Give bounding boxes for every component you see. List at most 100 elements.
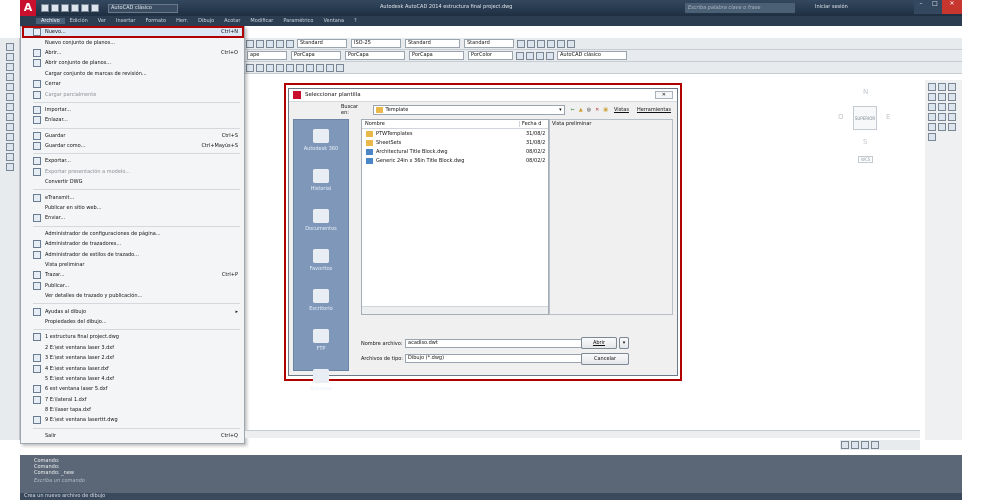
- place-item[interactable]: Favoritos: [294, 240, 348, 280]
- join-icon[interactable]: [928, 123, 936, 131]
- rect-tool-icon[interactable]: [5, 83, 14, 91]
- search-input[interactable]: Escriba palabra clave o frase: [685, 3, 795, 13]
- lineweight-combo[interactable]: PorCapa: [409, 51, 464, 60]
- menu-ver[interactable]: Ver: [93, 18, 111, 24]
- file-menu-item[interactable]: Administrador de estilos de trazado...: [21, 249, 244, 259]
- place-item[interactable]: Historial: [294, 160, 348, 200]
- cancel-button[interactable]: Cancelar: [581, 353, 629, 365]
- isolate-icon[interactable]: [871, 441, 879, 449]
- chamfer-icon[interactable]: [938, 123, 946, 131]
- cloud-tool-icon[interactable]: [5, 113, 14, 121]
- zoom-window-icon[interactable]: [547, 39, 555, 48]
- menu-edicion[interactable]: Edición: [65, 18, 93, 24]
- file-menu-item[interactable]: Trazar... Ctrl+P: [21, 270, 244, 280]
- signin-link[interactable]: Iniciar sesión: [815, 4, 848, 10]
- arc-tool-icon[interactable]: [5, 93, 14, 101]
- file-menu-item[interactable]: 3 E:\est ventana laser 2.dxf: [21, 353, 244, 363]
- file-menu-item[interactable]: Vista preliminar: [21, 260, 244, 270]
- rotate-icon[interactable]: [928, 103, 936, 111]
- file-menu-item[interactable]: Abrir... Ctrl+O: [21, 48, 244, 58]
- menu-dibujo[interactable]: Dibujo: [193, 18, 219, 24]
- array-icon[interactable]: [938, 93, 946, 101]
- file-list[interactable]: Nombre Fecha d PTWTemplates 31/08/2 SheetS…: [361, 119, 549, 315]
- menu-formato[interactable]: Formato: [140, 18, 171, 24]
- menu-archivo[interactable]: Archivo: [36, 18, 65, 24]
- menu-help[interactable]: ?: [349, 18, 362, 24]
- explode-icon[interactable]: [928, 133, 936, 141]
- xline-tool-icon[interactable]: [5, 53, 14, 61]
- table-icon[interactable]: [286, 39, 294, 48]
- layer-color-icon[interactable]: [546, 51, 554, 60]
- viewcube[interactable]: N O E SUPERIOR S WCS: [838, 88, 893, 168]
- horizontal-scrollbar[interactable]: [245, 430, 920, 438]
- file-menu-item[interactable]: Cargar conjunto de marcas de revisión...: [21, 69, 244, 79]
- copy-icon[interactable]: [938, 83, 946, 91]
- menu-insertar[interactable]: Insertar: [111, 18, 140, 24]
- file-menu-item[interactable]: 6 est ventana laser 5.dxf: [21, 384, 244, 394]
- search-web-icon[interactable]: ◎: [587, 107, 591, 113]
- open-button[interactable]: Abrir: [581, 337, 617, 349]
- orbit-icon[interactable]: [517, 39, 525, 48]
- viewcube-top-face[interactable]: SUPERIOR: [853, 106, 877, 130]
- file-menu-item[interactable]: Cerrar: [21, 79, 244, 89]
- file-menu-item[interactable]: Enlazar...: [21, 115, 244, 125]
- render-icon[interactable]: [567, 39, 575, 48]
- maximize-button[interactable]: □: [928, 0, 942, 14]
- layer-state-icon[interactable]: [516, 51, 524, 60]
- gradient-icon[interactable]: [336, 63, 344, 72]
- file-row[interactable]: PTWTemplates 31/08/2: [362, 129, 548, 138]
- workspace-combo[interactable]: AutoCAD clásico: [108, 3, 178, 13]
- mirror-icon[interactable]: [948, 83, 956, 91]
- pline-tool-icon[interactable]: [5, 63, 14, 71]
- match-icon[interactable]: [256, 39, 264, 48]
- ellipse-tool-icon[interactable]: [5, 133, 14, 141]
- linetype-combo[interactable]: PorCapa: [345, 51, 405, 60]
- file-menu-item[interactable]: Publicar en sitio web...: [21, 203, 244, 213]
- file-menu-item[interactable]: Publicar...: [21, 281, 244, 291]
- hatch-tool-icon[interactable]: [5, 153, 14, 161]
- up-folder-icon[interactable]: ▲: [579, 107, 583, 113]
- place-item[interactable]: Documentos: [294, 200, 348, 240]
- circle-tool-icon[interactable]: [5, 103, 14, 111]
- close-button[interactable]: ✕: [942, 0, 962, 14]
- menu-modificar[interactable]: Modificar: [245, 18, 278, 24]
- mleader-style-combo[interactable]: Standard: [464, 39, 514, 48]
- spline-tool-icon[interactable]: [5, 123, 14, 131]
- back-icon[interactable]: ⇐: [571, 107, 575, 113]
- menu-herr[interactable]: Herr.: [171, 18, 193, 24]
- file-menu-item[interactable]: eTransmit...: [21, 192, 244, 202]
- rectangle-icon[interactable]: [276, 63, 284, 72]
- file-menu-item[interactable]: Administrador de configuraciones de pági…: [21, 229, 244, 239]
- new-icon[interactable]: [41, 4, 49, 12]
- layer-combo[interactable]: ape: [247, 51, 287, 60]
- file-menu-item[interactable]: Propiedades del dibujo...: [21, 317, 244, 327]
- move-icon[interactable]: [948, 93, 956, 101]
- file-menu-item[interactable]: Enviar...: [21, 213, 244, 223]
- file-menu-item[interactable]: 9 E:\est ventana laserttt.dwg: [21, 415, 244, 425]
- place-item[interactable]: FTP: [294, 320, 348, 360]
- block-icon[interactable]: [276, 39, 284, 48]
- break-icon[interactable]: [948, 113, 956, 121]
- pan-icon[interactable]: [527, 39, 535, 48]
- file-menu-item[interactable]: 2 E:\est ventana laser 3.dxf: [21, 343, 244, 353]
- workspace-switch-icon[interactable]: [851, 441, 859, 449]
- file-menu-item[interactable]: Salir Ctrl+Q: [21, 431, 244, 441]
- scale-icon[interactable]: [938, 103, 946, 111]
- color-combo[interactable]: PorCapa: [291, 51, 341, 60]
- file-menu-item[interactable]: Guardar Ctrl+S: [21, 131, 244, 141]
- polygon-tool-icon[interactable]: [5, 73, 14, 81]
- table-style-combo[interactable]: Standard: [405, 39, 460, 48]
- text-tool-icon[interactable]: [5, 163, 14, 171]
- file-list-scrollbar[interactable]: [362, 306, 548, 314]
- command-input[interactable]: Escriba un comando: [34, 478, 334, 485]
- annotation-scale-icon[interactable]: [841, 441, 849, 449]
- circle-icon[interactable]: [256, 63, 264, 72]
- file-menu-item[interactable]: 7 E:\lateral 1.dxf: [21, 395, 244, 405]
- undo-icon[interactable]: [81, 4, 89, 12]
- stretch-icon[interactable]: [948, 103, 956, 111]
- file-menu-item[interactable]: Administrador de trazadores...: [21, 239, 244, 249]
- view-icon[interactable]: [557, 39, 565, 48]
- line-tool-icon[interactable]: [5, 43, 14, 51]
- extend-icon[interactable]: [938, 113, 946, 121]
- plotstyle-combo[interactable]: PorColor: [468, 51, 513, 60]
